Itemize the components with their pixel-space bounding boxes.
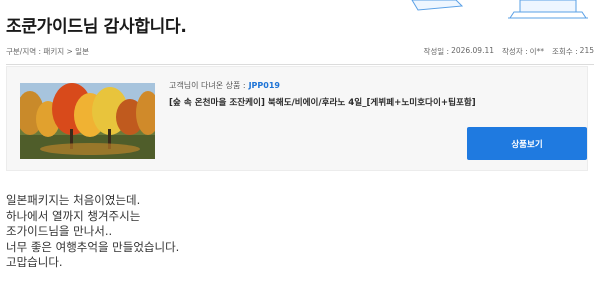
review-line: 조가이드님을 만나서.. [6, 224, 113, 239]
date-value: 2026.09.11 [451, 45, 495, 55]
product-code-line: 고객님이 다녀온 상품 : JPP019 [169, 80, 567, 91]
review-meta: 구분/지역 : 패키지 > 일본 작성일 : 2026.09.11 작성자 : … [6, 38, 594, 65]
review-line: 하나에서 열까지 챙겨주시는 [6, 208, 141, 223]
review-line: 너무 좋은 여행추억을 만들었습니다. [6, 239, 180, 254]
views-label: 조회수 : [552, 46, 578, 56]
view-product-button[interactable]: 상품보기 [467, 127, 587, 160]
date-meta: 작성일 : 2026.09.11 [423, 46, 494, 57]
product-thumbnail[interactable] [20, 83, 155, 159]
views-meta: 조회수 : 215 [552, 46, 594, 57]
author-value: 이** [529, 46, 545, 56]
autumn-trees-photo-icon [20, 83, 155, 159]
page-title: 조쿤가이드님 감사합니다. [6, 17, 187, 37]
review-line: 일본패키지는 처음이였는데. [6, 193, 141, 207]
product-code-label: 고객님이 다녀온 상품 : [169, 81, 246, 90]
review-body: 일본패키지는 처음이였는데. 하나에서 열까지 챙겨주시는 조가이드님을 만나서… [6, 193, 179, 271]
breadcrumb: 구분/지역 : 패키지 > 일본 [6, 46, 89, 56]
date-label: 작성일 : [423, 46, 450, 56]
meta-info: 작성일 : 2026.09.11 작성자 : 이** 조회수 : 215 [423, 46, 594, 57]
product-card: 고객님이 다녀온 상품 : JPP019 [숲 속 온천마을 조잔케이] 북해도… [6, 66, 588, 171]
product-info: 고객님이 다녀온 상품 : JPP019 [숲 속 온천마을 조잔케이] 북해도… [169, 80, 567, 108]
laptop-illustration-icon [411, 0, 588, 19]
author-meta: 작성자 : 이** [502, 46, 544, 57]
review-line: 고맙습니다. [6, 255, 63, 270]
product-name[interactable]: [숲 속 온천마을 조잔케이] 북해도/비에이/후라노 4일_[게뷔페+노미호다… [169, 96, 567, 108]
product-code: JPP019 [248, 81, 280, 90]
author-label: 작성자 : [502, 46, 528, 56]
views-value: 215 [579, 45, 594, 55]
